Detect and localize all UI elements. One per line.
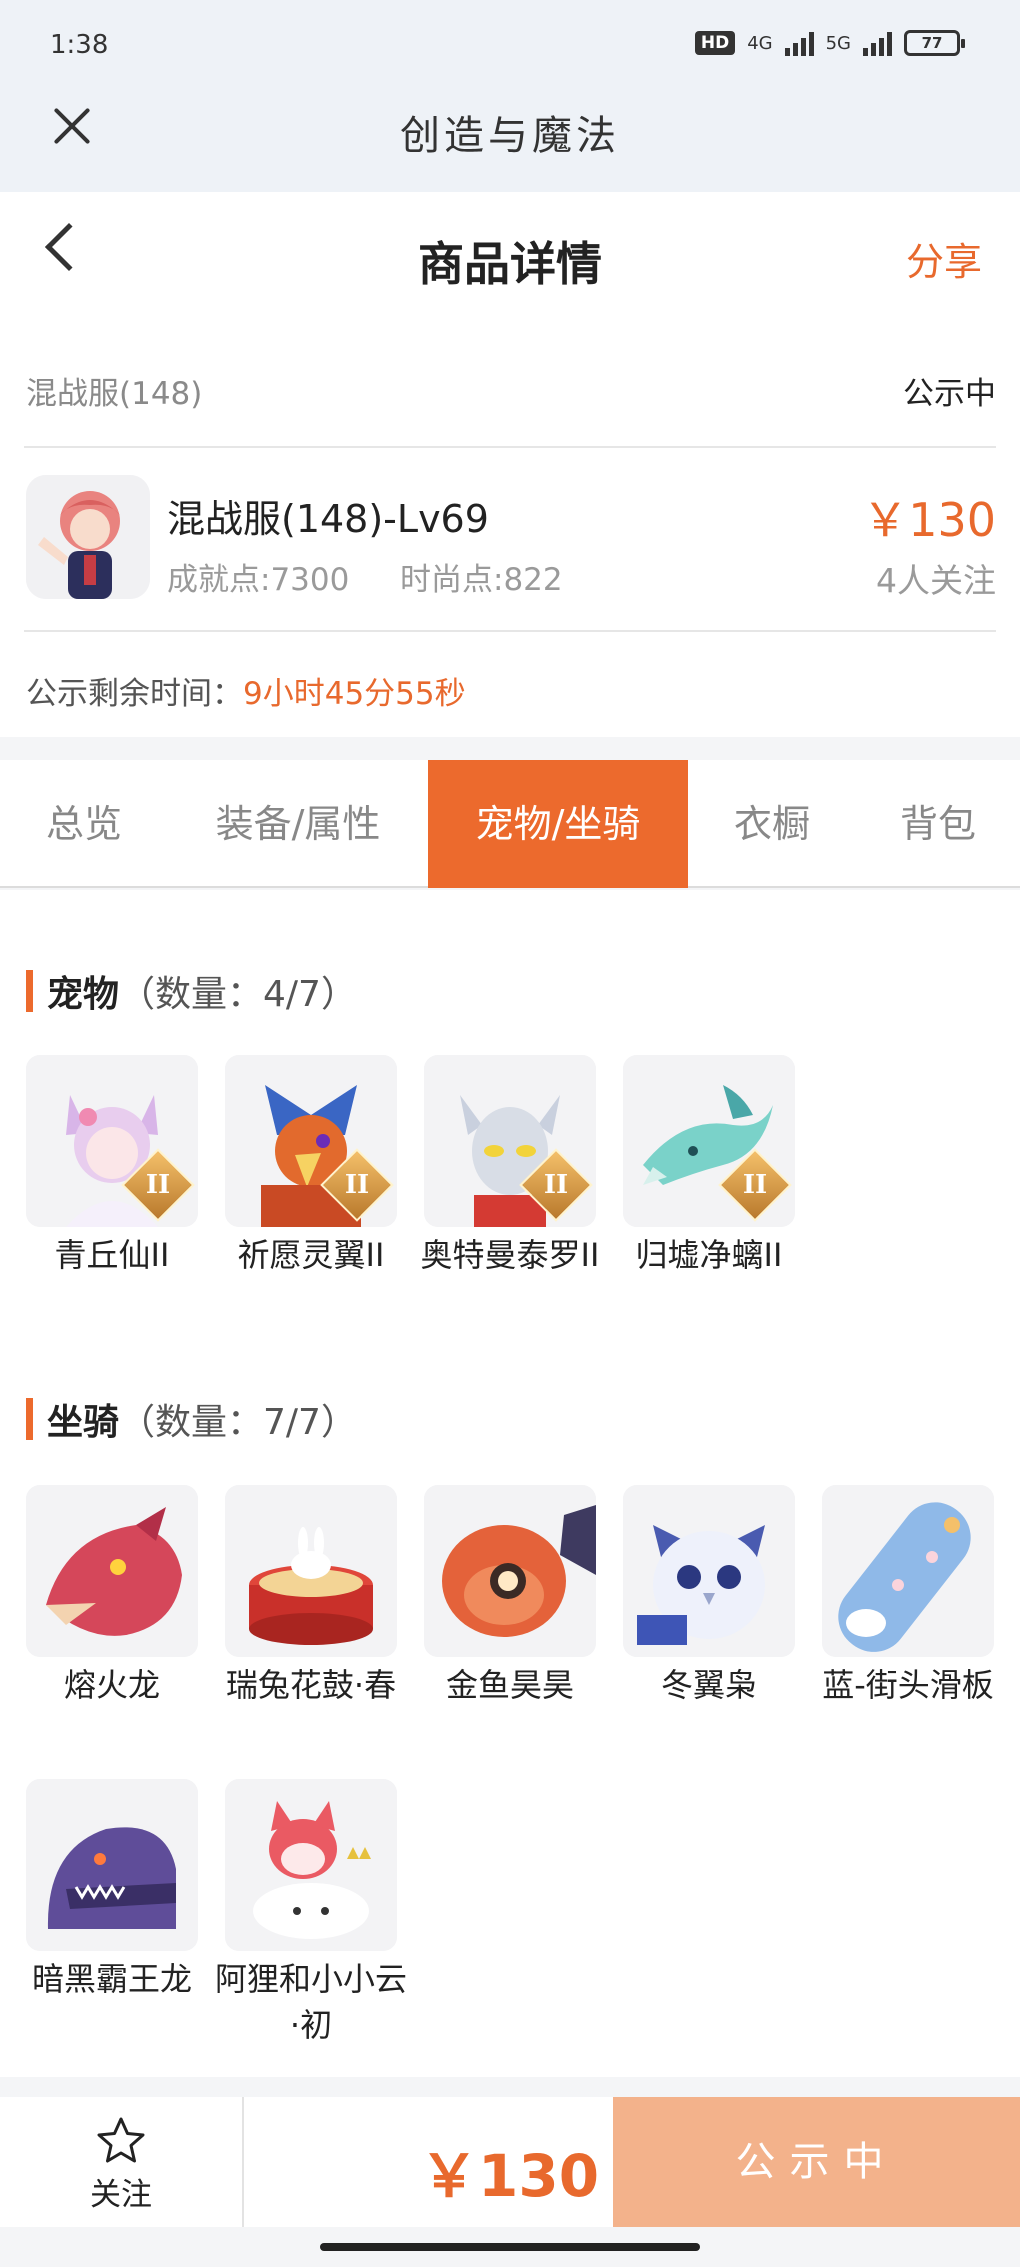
- app-top-area: 1:38 HD 4G 5G 77 创造与魔法: [0, 0, 1020, 192]
- pet-name: 奥特曼泰罗II: [420, 1236, 600, 1274]
- follower-count: 4人关注: [876, 561, 996, 600]
- listing-price: ￥130: [862, 493, 996, 547]
- pet-name: 归墟净螭II: [635, 1236, 783, 1274]
- mount-tile[interactable]: [26, 1485, 198, 1657]
- mount-tile[interactable]: [623, 1485, 795, 1657]
- mount-name: 蓝-街头滑板: [822, 1666, 994, 1704]
- pet-tile[interactable]: II: [26, 1055, 198, 1227]
- server-label: 混战服(148): [26, 376, 203, 412]
- mount-name: 瑞兔花鼓·春: [225, 1666, 397, 1704]
- mount-name: 金鱼昊昊: [445, 1666, 574, 1704]
- hd-icon: HD: [694, 31, 736, 55]
- signal-icon: [784, 30, 814, 56]
- fashion-points: 时尚点:822: [400, 562, 563, 598]
- tab-equipment[interactable]: 装备/属性: [168, 760, 428, 888]
- mount-tile[interactable]: [225, 1779, 397, 1951]
- mounts-section-title: 坐骑: [47, 1402, 120, 1443]
- pets-section-header: 宠物 （数量：4/7）: [26, 965, 357, 1017]
- share-button[interactable]: 分享: [906, 231, 982, 286]
- pet-tile[interactable]: II: [424, 1055, 596, 1227]
- tab-pets-mounts[interactable]: 宠物/坐骑: [428, 760, 688, 888]
- network-label-2: 5G: [825, 32, 851, 54]
- pet-name: 青丘仙II: [54, 1236, 170, 1274]
- app-title: 创造与魔法: [400, 113, 620, 159]
- mount-name: 熔火龙: [63, 1666, 160, 1704]
- star-icon: [97, 2117, 145, 2163]
- pet-name: 祈愿灵翼II: [237, 1236, 385, 1274]
- remaining-time-label: 公示剩余时间：: [26, 676, 243, 712]
- skateboard-icon: [822, 1485, 994, 1657]
- tab-overview[interactable]: 总览: [0, 760, 168, 888]
- bottom-action-bar: 关注 ￥130 公示中: [0, 2097, 1020, 2227]
- divider: [242, 2097, 244, 2227]
- divider: [24, 446, 996, 448]
- follow-label: 关注: [90, 2177, 152, 2213]
- status-icons: HD 4G 5G 77: [694, 30, 965, 56]
- listing-status: 公示中: [903, 376, 996, 412]
- divider: [24, 630, 996, 632]
- bottom-price: ￥130: [420, 2142, 600, 2210]
- tab-wardrobe[interactable]: 衣橱: [688, 760, 856, 888]
- mount-name: 冬翼枭: [660, 1666, 757, 1704]
- character-avatar: [26, 475, 150, 599]
- mounts-count: （数量：7/7）: [119, 1402, 357, 1443]
- follow-button[interactable]: 关注: [60, 2115, 182, 2215]
- mounts-section-header: 坐骑 （数量：7/7）: [26, 1393, 357, 1445]
- trex-icon: [26, 1779, 198, 1951]
- home-indicator[interactable]: [320, 2243, 700, 2251]
- character-name: 混战服(148)-Lv69: [167, 497, 489, 541]
- mount-tile[interactable]: [26, 1779, 198, 1951]
- page-title: 商品详情: [418, 237, 602, 291]
- goldfish-icon: [424, 1485, 596, 1657]
- mount-tile[interactable]: [424, 1485, 596, 1657]
- tab-bar: 总览 装备/属性 宠物/坐骑 衣橱 背包: [0, 760, 1020, 888]
- remaining-time-value: 9小时45分55秒: [243, 676, 466, 712]
- fox-cloud-icon: [225, 1779, 397, 1951]
- section-accent-bar: [26, 970, 33, 1012]
- section-accent-bar: [26, 1398, 33, 1440]
- status-action-button[interactable]: 公示中: [613, 2097, 1020, 2227]
- pet-tile[interactable]: II: [225, 1055, 397, 1227]
- mount-tile[interactable]: [225, 1485, 397, 1657]
- achievement-points: 成就点:7300: [167, 562, 350, 598]
- remaining-time: 公示剩余时间：9小时45分55秒: [26, 668, 466, 713]
- owl-icon: [623, 1485, 795, 1657]
- pets-section-title: 宠物: [47, 974, 120, 1015]
- tab-backpack[interactable]: 背包: [856, 760, 1020, 888]
- mount-tile[interactable]: [822, 1485, 994, 1657]
- status-time: 1:38: [50, 30, 109, 60]
- fire-dragon-icon: [26, 1485, 198, 1657]
- mount-name: 阿狸和小小云·初: [215, 1960, 408, 2044]
- battery-icon: 77: [904, 30, 965, 56]
- rabbit-drum-icon: [225, 1485, 397, 1657]
- mount-name: 暗黑霸王龙: [31, 1960, 192, 1998]
- network-label: 4G: [747, 32, 773, 54]
- pet-tile[interactable]: II: [623, 1055, 795, 1227]
- signal-icon-2: [863, 30, 892, 56]
- pets-count: （数量：4/7）: [119, 974, 357, 1015]
